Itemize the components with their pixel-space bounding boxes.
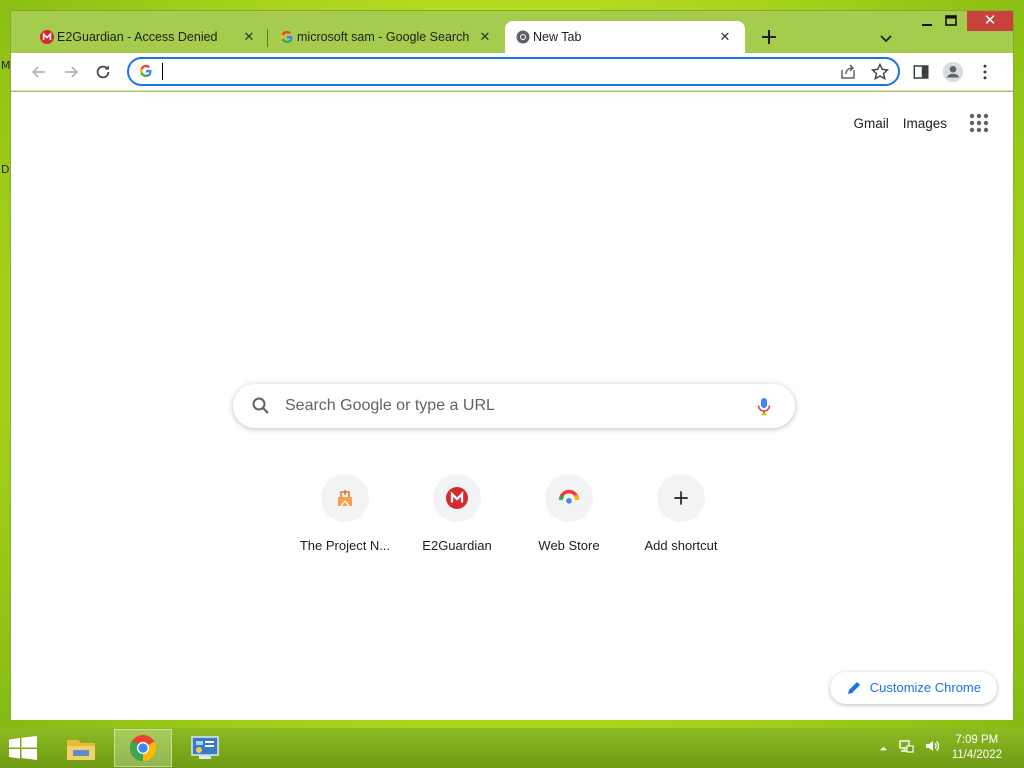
taskbar-chrome[interactable]: [114, 729, 172, 767]
share-icon[interactable]: [838, 62, 858, 82]
chrome-menu-button[interactable]: [973, 60, 997, 84]
pencil-icon: [847, 682, 860, 694]
browser-toolbar: [11, 53, 1013, 91]
plus-icon: [674, 491, 688, 505]
kebab-menu-icon: [983, 64, 987, 80]
control-panel-icon: [191, 736, 219, 759]
new-tab-button[interactable]: [757, 25, 781, 49]
tab-title: E2Guardian - Access Denied: [57, 30, 218, 44]
clock-time: 7:09 PM: [955, 734, 999, 746]
side-panel-icon: [913, 65, 929, 79]
microphone-icon[interactable]: [753, 395, 775, 417]
close-window-button[interactable]: ✕: [967, 11, 1013, 31]
arrow-left-icon: [31, 66, 45, 78]
tab-strip: E2Guardian - Access Denied ✕ microsoft s…: [11, 11, 1013, 53]
webstore-icon: [558, 489, 580, 504]
new-tab-page: Gmail Images Search Google or type a URL: [11, 92, 1013, 720]
forward-button[interactable]: [59, 60, 83, 84]
tab-google-search[interactable]: microsoft sam - Google Search ✕: [269, 21, 505, 53]
shortcut-add[interactable]: Add shortcut: [625, 464, 737, 564]
bookmark-star-icon[interactable]: [870, 62, 890, 82]
tab-e2guardian[interactable]: E2Guardian - Access Denied ✕: [29, 21, 269, 53]
tab-close-icon[interactable]: ✕: [241, 29, 257, 45]
project-n-icon: [338, 490, 352, 507]
google-g-icon: [139, 64, 152, 78]
shortcut-tile: [545, 474, 593, 522]
ntp-search-box[interactable]: Search Google or type a URL: [233, 384, 795, 428]
tab-search-button[interactable]: [875, 27, 897, 49]
windows-start-icon[interactable]: [8, 736, 38, 760]
text-caret: [162, 63, 163, 80]
shortcut-web-store[interactable]: Web Store: [513, 464, 625, 564]
chevron-up-icon[interactable]: [879, 744, 888, 753]
shortcut-grid: The Project N... E2Guardian Web Store Ad…: [289, 464, 737, 564]
profile-button[interactable]: [941, 60, 965, 84]
ntp-top-links: Gmail Images: [853, 111, 991, 135]
file-explorer-icon: [67, 740, 95, 760]
tab-close-icon[interactable]: ✕: [477, 29, 493, 45]
gmail-link[interactable]: Gmail: [853, 116, 888, 131]
mega-icon: [446, 487, 468, 509]
google-g-icon: [280, 30, 293, 44]
network-icon: [899, 740, 914, 753]
browser-window: E2Guardian - Access Denied ✕ microsoft s…: [10, 10, 1014, 720]
shortcut-tile: [657, 474, 705, 522]
tab-separator: [267, 29, 268, 47]
avatar-icon: [942, 61, 964, 83]
customize-chrome-button[interactable]: Customize Chrome: [829, 672, 997, 704]
tab-title: microsoft sam - Google Search: [297, 30, 470, 44]
maximize-icon: [945, 15, 957, 26]
shortcut-label: Web Store: [538, 538, 600, 553]
search-placeholder: Search Google or type a URL: [285, 397, 495, 414]
network-icon-wrap[interactable]: [898, 738, 914, 759]
system-tray: [879, 738, 940, 759]
shortcut-label: The Project N...: [299, 538, 391, 553]
volume-icon-wrap[interactable]: [924, 738, 940, 759]
shortcut-tile: [321, 474, 369, 522]
taskbar-clock[interactable]: 7:09 PM 11/4/2022: [952, 733, 1002, 763]
desktop-icon-label-fragment: D: [1, 163, 10, 176]
plus-icon: [762, 30, 776, 44]
reload-button[interactable]: [91, 60, 115, 84]
back-button[interactable]: [27, 60, 51, 84]
search-icon: [252, 397, 269, 414]
chrome-icon: [129, 734, 157, 762]
mega-icon: [40, 30, 54, 44]
arrow-right-icon: [65, 66, 79, 78]
google-apps-grid-icon[interactable]: [967, 111, 991, 135]
taskbar-control-panel[interactable]: [176, 729, 234, 767]
maximize-button[interactable]: [937, 11, 965, 31]
customize-chrome-label: Customize Chrome: [869, 680, 981, 695]
side-panel-button[interactable]: [909, 60, 933, 84]
address-bar[interactable]: [127, 57, 900, 86]
images-link[interactable]: Images: [903, 116, 947, 131]
chevron-down-icon: [880, 35, 892, 43]
tab-close-icon[interactable]: ✕: [717, 29, 733, 45]
shortcut-label: Add shortcut: [644, 538, 718, 553]
taskbar-file-explorer[interactable]: [52, 729, 110, 767]
shortcut-e2guardian[interactable]: E2Guardian: [401, 464, 513, 564]
reload-icon: [96, 65, 110, 79]
shortcut-label: E2Guardian: [422, 538, 492, 553]
shortcut-project-n[interactable]: The Project N...: [289, 464, 401, 564]
volume-icon: [926, 741, 940, 751]
chrome-icon: [516, 30, 530, 44]
tab-new-tab[interactable]: New Tab ✕: [505, 21, 745, 53]
taskbar: 7:09 PM 11/4/2022: [0, 728, 1024, 768]
shortcut-tile: [433, 474, 481, 522]
clock-date: 11/4/2022: [951, 749, 1002, 761]
tab-title: New Tab: [533, 30, 582, 44]
